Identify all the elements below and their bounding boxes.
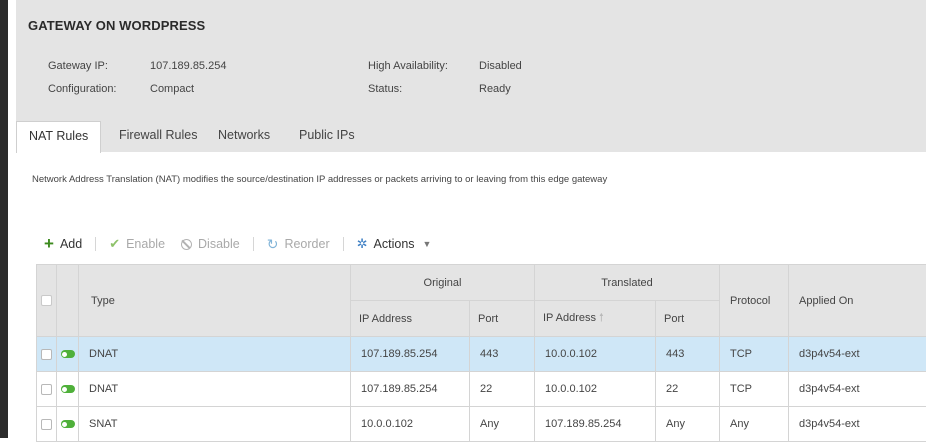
enabled-toggle-icon <box>61 350 75 358</box>
enabled-toggle-icon <box>61 420 75 428</box>
translated-ip-cell: 107.189.85.254 <box>535 407 656 442</box>
gear-icon: ✲ <box>357 236 368 252</box>
row-status-cell <box>57 407 79 442</box>
original-port-cell: 443 <box>470 337 535 372</box>
gateway-ip-value: 107.189.85.254 <box>150 60 226 72</box>
translated-port-cell: Any <box>656 407 720 442</box>
applied-on-cell: d3p4v54-ext <box>789 407 926 442</box>
protocol-cell: Any <box>720 407 789 442</box>
sort-ascending-icon: 🠕 <box>599 312 604 324</box>
applied-on-column-header[interactable]: Applied On <box>789 265 926 337</box>
row-checkbox[interactable] <box>41 419 52 430</box>
ha-label: High Availability: <box>368 60 448 72</box>
translated-ip-label: IP Address <box>543 312 596 324</box>
add-button[interactable]: + Add <box>44 237 82 251</box>
protocol-cell: TCP <box>720 372 789 407</box>
applied-on-cell: d3p4v54-ext <box>789 372 926 407</box>
nat-rules-table: Type Original Translated Protocol Applie… <box>36 264 926 442</box>
protocol-cell: TCP <box>720 337 789 372</box>
status-value: Ready <box>479 83 511 95</box>
translated-group-header: Translated <box>535 265 720 301</box>
table-row[interactable]: SNAT 10.0.0.102 Any 107.189.85.254 Any A… <box>37 407 926 442</box>
reorder-button[interactable]: ↻ Reorder <box>267 236 330 253</box>
table-row[interactable]: DNAT 107.189.85.254 22 10.0.0.102 22 TCP… <box>37 372 926 407</box>
row-status-cell <box>57 337 79 372</box>
type-column-header[interactable]: Type <box>79 265 351 337</box>
actions-label: Actions <box>374 237 415 251</box>
row-select-cell <box>37 372 57 407</box>
app-frame: GATEWAY ON WORDPRESS Gateway IP: 107.189… <box>0 0 926 438</box>
select-all-cell <box>37 265 57 337</box>
row-select-cell <box>37 337 57 372</box>
enable-label: Enable <box>126 237 165 251</box>
gateway-ip-label: Gateway IP: <box>48 60 108 72</box>
toolbar-divider <box>95 237 96 251</box>
tab-public-ips[interactable]: Public IPs <box>299 121 355 152</box>
row-checkbox[interactable] <box>41 384 52 395</box>
add-label: Add <box>60 237 82 251</box>
tab-networks[interactable]: Networks <box>218 121 270 152</box>
translated-port-cell: 22 <box>656 372 720 407</box>
row-select-cell <box>37 407 57 442</box>
original-ip-column-header[interactable]: IP Address <box>351 301 470 337</box>
checkmark-icon: ✔ <box>109 236 120 252</box>
row-checkbox[interactable] <box>41 349 52 360</box>
configuration-label: Configuration: <box>48 83 117 95</box>
enabled-toggle-icon <box>61 385 75 393</box>
translated-port-column-header[interactable]: Port <box>656 301 720 337</box>
toolbar-divider <box>343 237 344 251</box>
original-ip-cell: 107.189.85.254 <box>351 372 470 407</box>
applied-on-cell: d3p4v54-ext <box>789 337 926 372</box>
configuration-value: Compact <box>150 83 194 95</box>
translated-ip-column-header[interactable]: IP Address🠕 <box>535 301 656 337</box>
translated-ip-cell: 10.0.0.102 <box>535 337 656 372</box>
type-cell: DNAT <box>79 337 351 372</box>
select-all-checkbox[interactable] <box>41 295 52 306</box>
disable-button[interactable]: Disable <box>181 237 240 251</box>
original-port-column-header[interactable]: Port <box>470 301 535 337</box>
type-cell: DNAT <box>79 372 351 407</box>
translated-port-cell: 443 <box>656 337 720 372</box>
protocol-column-header[interactable]: Protocol <box>720 265 789 337</box>
type-cell: SNAT <box>79 407 351 442</box>
tab-firewall-rules[interactable]: Firewall Rules <box>119 121 198 152</box>
caret-down-icon: ▼ <box>423 239 432 249</box>
original-port-cell: 22 <box>470 372 535 407</box>
original-ip-cell: 107.189.85.254 <box>351 337 470 372</box>
row-status-cell <box>57 372 79 407</box>
ban-icon <box>181 239 192 250</box>
actions-dropdown[interactable]: ✲ Actions ▼ <box>357 236 432 252</box>
reorder-label: Reorder <box>284 237 329 251</box>
disable-label: Disable <box>198 237 240 251</box>
ha-value: Disabled <box>479 60 522 72</box>
original-port-cell: Any <box>470 407 535 442</box>
tab-nat-rules[interactable]: NAT Rules <box>16 121 101 153</box>
original-ip-cell: 10.0.0.102 <box>351 407 470 442</box>
original-group-header: Original <box>351 265 535 301</box>
nat-description: Network Address Translation (NAT) modifi… <box>32 174 607 185</box>
translated-ip-cell: 10.0.0.102 <box>535 372 656 407</box>
plus-icon: + <box>44 237 54 251</box>
toolbar: + Add ✔ Enable Disable ↻ Reorder ✲ Actio… <box>44 234 431 254</box>
enable-button[interactable]: ✔ Enable <box>109 236 165 252</box>
status-label: Status: <box>368 83 402 95</box>
toolbar-divider <box>253 237 254 251</box>
status-column-header <box>57 265 79 337</box>
page-title: GATEWAY ON WORDPRESS <box>28 18 205 33</box>
reorder-icon: ↻ <box>267 236 279 253</box>
table-row[interactable]: DNAT 107.189.85.254 443 10.0.0.102 443 T… <box>37 337 926 372</box>
